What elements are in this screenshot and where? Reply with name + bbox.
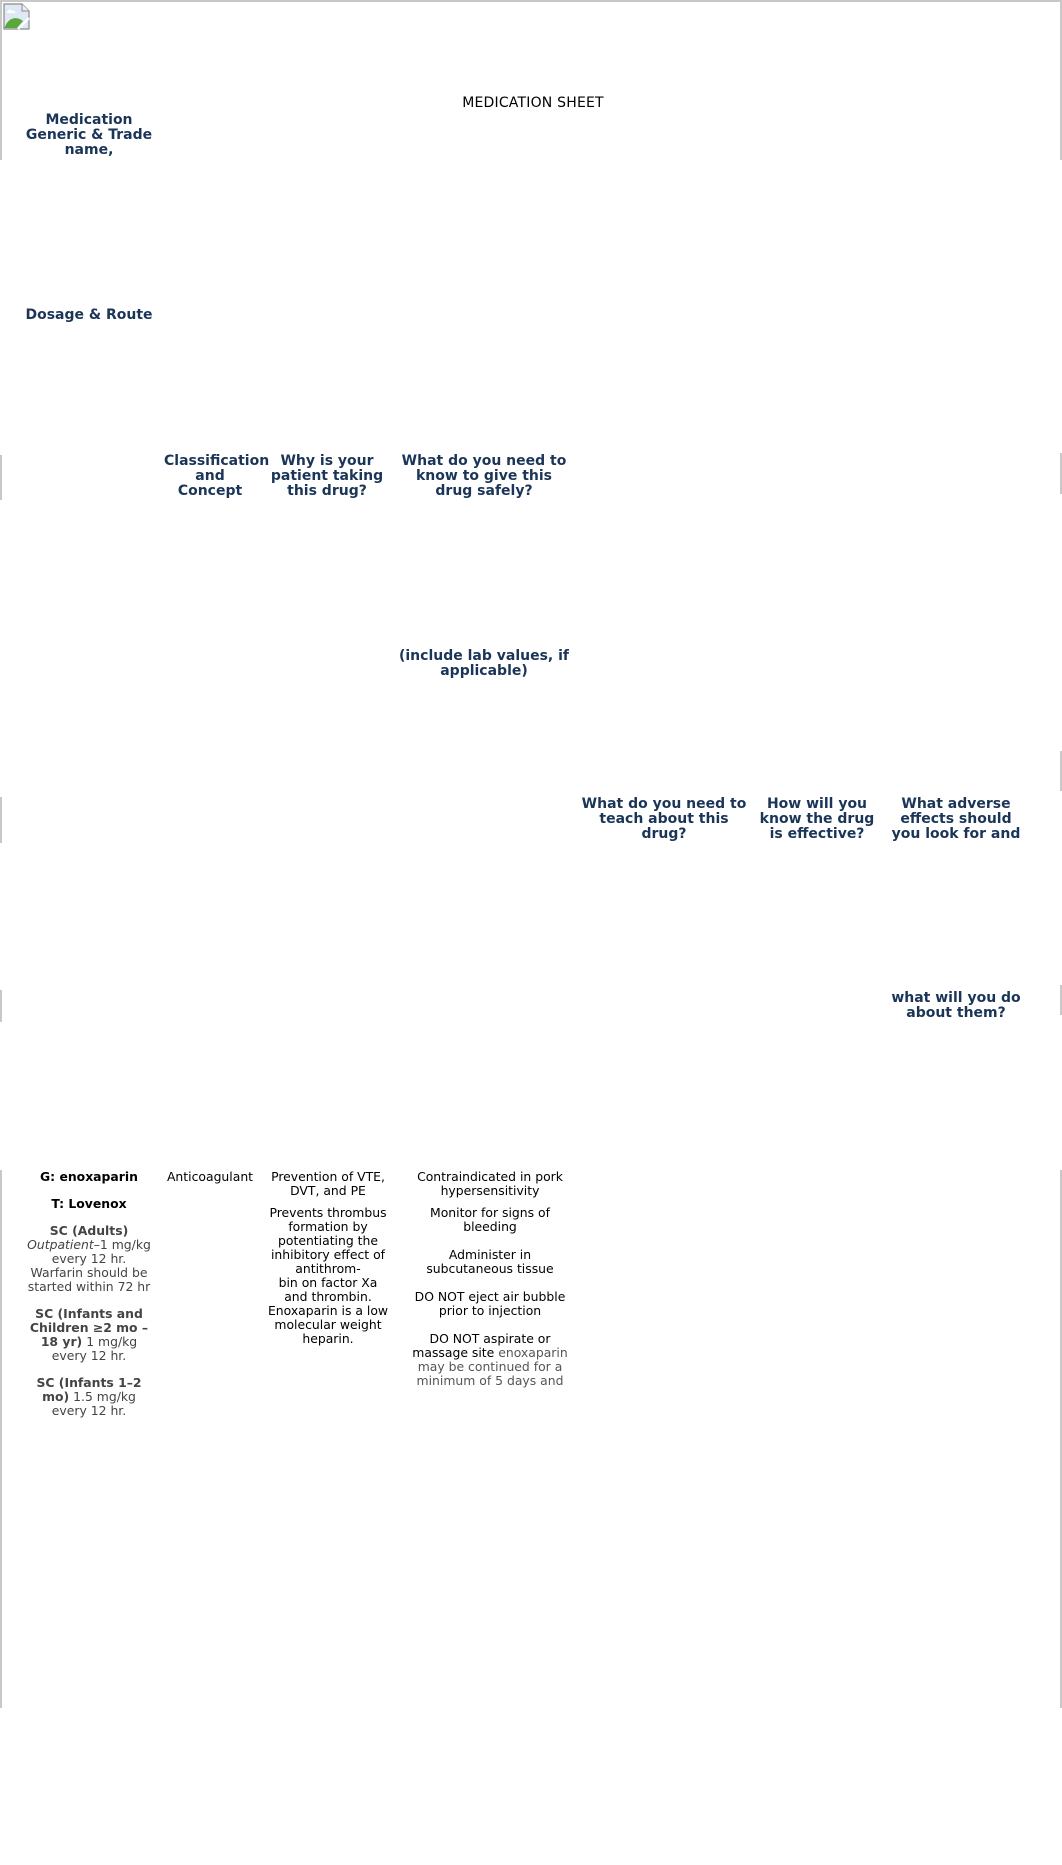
header-why-taking: Why is your patient taking this drug? <box>270 453 384 499</box>
safety-item: Contraindicated in pork hypersensitivity <box>417 1169 563 1198</box>
page-top-border <box>0 0 1062 2</box>
dosage-setting: Outpatient <box>27 1237 94 1252</box>
indication: Prevention of VTE, DVT, and PE <box>271 1169 385 1198</box>
safety-item: DO NOT eject air bubble prior to injecti… <box>414 1289 566 1318</box>
trade-name: T: Lovenox <box>51 1196 127 1211</box>
table-border-left <box>0 0 2 160</box>
dosage-label: SC (Adults) <box>49 1223 129 1238</box>
header-give-safely-note: (include lab values, if applicable) <box>398 648 569 679</box>
document-title: MEDICATION SHEET <box>462 95 604 111</box>
header-dosage-route: Dosage & Route <box>25 307 153 323</box>
medication-cell: G: enoxaparin T: Lovenox SC (Adults) Out… <box>24 1170 154 1431</box>
header-adverse-effects: What adverse effects should you look for… <box>891 796 1021 842</box>
header-teach: What do you need to teach about this dru… <box>581 796 747 842</box>
classification-cell: Anticoagulant <box>164 1170 256 1197</box>
mechanism-continued: bin on factor Xa and thrombin. <box>278 1275 378 1304</box>
classification-value: Anticoagulant <box>166 1169 254 1184</box>
header-classification: Classification and Concept <box>164 453 270 499</box>
generic-name: G: enoxaparin <box>40 1169 138 1184</box>
broken-image-icon <box>3 3 30 30</box>
header-adverse-effects-continued: what will you do about them? <box>891 990 1021 1021</box>
header-give-safely: What do you need to know to give this dr… <box>401 453 567 499</box>
table-border-left <box>0 1170 2 1708</box>
dosage-children: SC (Infants and Children ≥2 mo – 18 yr) … <box>24 1307 154 1363</box>
drug-class-note: Enoxaparin is a low molecular weight hep… <box>267 1303 389 1346</box>
why-taking-cell: Prevention of VTE, DVT, and PE Prevents … <box>266 1170 390 1346</box>
safety-item: Administer in subcutaneous tissue <box>426 1247 554 1276</box>
header-medication-name: Medication Generic & Trade name, <box>25 112 153 158</box>
table-border-left <box>0 797 2 843</box>
safety-item: DO NOT aspirate or massage site enoxapar… <box>404 1332 576 1388</box>
dosage-adults: SC (Adults) Outpatient–1 mg/kg every 12 … <box>24 1224 154 1294</box>
dosage-infants: SC (Infants 1–2 mo) 1.5 mg/kg every 12 h… <box>24 1376 154 1418</box>
table-border-left <box>0 455 2 500</box>
safety-item: Monitor for signs of bleeding <box>430 1205 550 1234</box>
header-effective: How will you know the drug is effective? <box>759 796 875 842</box>
mechanism: Prevents thrombus formation by potentiat… <box>269 1205 387 1276</box>
give-safely-cell: Contraindicated in pork hypersensitivity… <box>404 1170 576 1401</box>
table-border-left <box>0 990 2 1022</box>
